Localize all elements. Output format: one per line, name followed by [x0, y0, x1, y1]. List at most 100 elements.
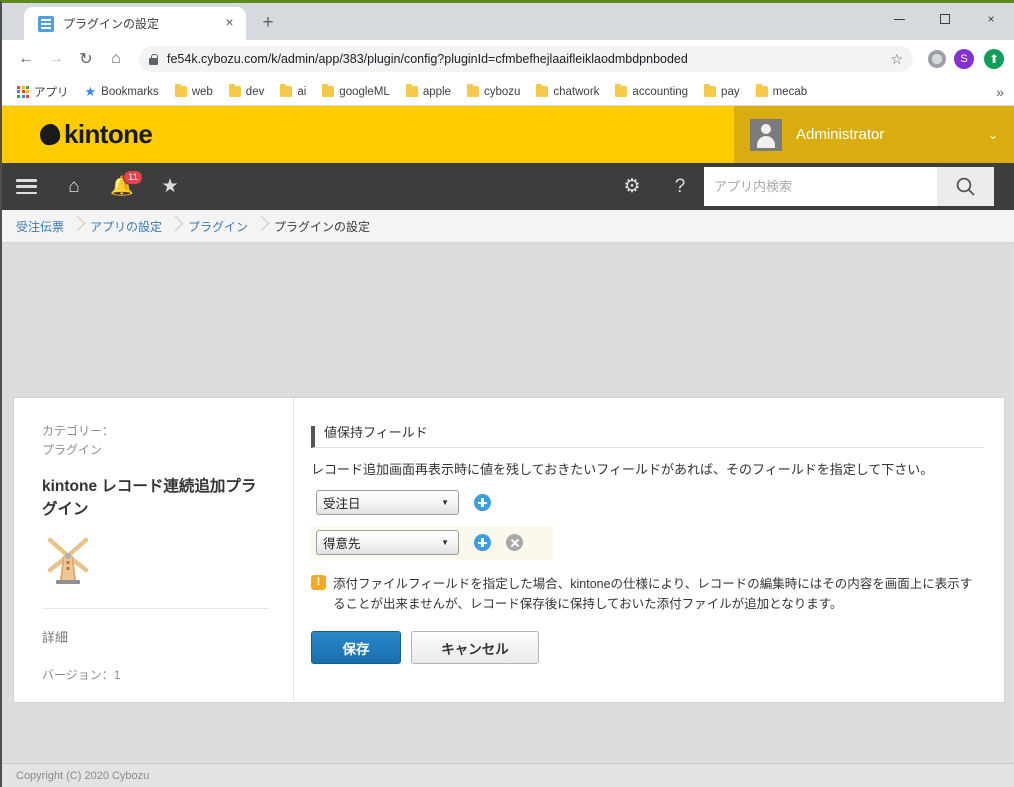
field-select-value: 受注日: [323, 497, 361, 512]
bookmark-label: apple: [422, 85, 451, 98]
add-row-icon[interactable]: [474, 534, 491, 552]
folder-icon: [755, 84, 768, 97]
breadcrumb-item-plugins[interactable]: プラグイン: [188, 218, 248, 235]
bookmark-label: cybozu: [483, 85, 521, 98]
window-controls: ×: [876, 3, 1014, 35]
new-tab-button[interactable]: +: [254, 9, 282, 37]
star-icon: ★: [84, 83, 97, 99]
avatar: [750, 118, 782, 151]
bookmark-web[interactable]: web: [168, 83, 220, 101]
section-description: レコード追加画面再表示時に値を残しておきたいフィールドがあれば、そのフィールドを…: [311, 462, 934, 478]
back-icon[interactable]: ←: [12, 45, 40, 73]
bookmark-label: pay: [721, 85, 740, 98]
bookmark-label: アプリ: [34, 86, 69, 99]
save-button[interactable]: 保存: [311, 631, 401, 665]
home-button[interactable]: ⌂: [50, 163, 98, 210]
update-icon[interactable]: ⬆: [984, 49, 1004, 69]
bookmark-label: googleML: [339, 85, 390, 98]
bookmark-label: accounting: [632, 85, 689, 98]
bookmark-dev[interactable]: dev: [222, 83, 272, 101]
close-window-button[interactable]: ×: [968, 3, 1014, 35]
close-icon[interactable]: ×: [221, 15, 238, 32]
kintone-logo-text: kintone: [64, 119, 153, 149]
settings-button[interactable]: ⚙: [608, 163, 656, 210]
search-input[interactable]: [714, 179, 927, 194]
minimize-button[interactable]: [876, 3, 922, 35]
field-select-value: 得意先: [323, 537, 361, 552]
breadcrumb-separator-icon: [64, 210, 90, 243]
bookmark-star-icon[interactable]: ☆: [890, 51, 903, 68]
divider: [42, 607, 269, 609]
warning-icon: !: [311, 574, 326, 590]
extension-icon[interactable]: [928, 50, 946, 68]
bookmark-apps[interactable]: アプリ: [10, 81, 76, 103]
browser-window: プラグインの設定 × + × ← → ↻ ⌂ fe54k.cybozu.com/…: [2, 3, 1014, 787]
maximize-button[interactable]: [922, 3, 968, 35]
menu-button[interactable]: [2, 163, 50, 210]
search-box[interactable]: [704, 167, 937, 206]
chevron-down-icon: ▼: [441, 498, 449, 508]
notification-badge: 11: [123, 170, 143, 185]
kintone-header: kintone Administrator ⌄: [2, 106, 1014, 163]
bookmark-pay[interactable]: pay: [697, 83, 747, 101]
navigation-bar: ← → ↻ ⌂ fe54k.cybozu.com/k/admin/app/383…: [2, 40, 1014, 78]
search-button[interactable]: [937, 167, 994, 206]
folder-icon: [228, 84, 241, 97]
kintone-logo[interactable]: kintone: [38, 119, 153, 150]
user-menu[interactable]: Administrator ⌄: [734, 106, 1014, 163]
folder-icon: [174, 84, 187, 97]
add-row-icon[interactable]: [474, 494, 491, 512]
breadcrumb-separator-icon: [162, 210, 188, 243]
field-select-1[interactable]: 受注日 ▼: [316, 490, 459, 516]
breadcrumb-item-app-settings[interactable]: アプリの設定: [90, 218, 162, 235]
breadcrumb-separator-icon: [248, 210, 274, 243]
toolbar-right-group: ⚙ ?: [608, 163, 1014, 210]
section-title: 値保持フィールド: [311, 425, 984, 449]
lock-icon: [149, 53, 158, 65]
remove-row-icon[interactable]: [506, 534, 523, 552]
bookmark-label: Bookmarks: [101, 85, 159, 98]
cancel-button[interactable]: キャンセル: [411, 631, 539, 665]
field-select-2[interactable]: 得意先 ▼: [316, 530, 459, 556]
profile-avatar[interactable]: S: [954, 49, 974, 69]
bookmark-googleml[interactable]: googleML: [315, 83, 397, 101]
bookmark-bookmarks[interactable]: ★ Bookmarks: [78, 81, 166, 103]
address-bar[interactable]: fe54k.cybozu.com/k/admin/app/383/plugin/…: [139, 46, 913, 72]
form-actions: 保存 キャンセル: [311, 631, 984, 665]
plugin-version: バージョン：1: [42, 667, 121, 682]
kintone-toolbar: ⌂ 🔔 11 ★ ⚙ ?: [2, 163, 1014, 210]
notifications-button[interactable]: 🔔 11: [98, 163, 146, 210]
folder-icon: [405, 84, 418, 97]
folder-icon: [704, 84, 717, 97]
warning-text: 添付ファイルフィールドを指定した場合、kintoneの仕様により、レコードの編集…: [333, 576, 973, 612]
hamburger-icon: [15, 179, 37, 194]
bookmark-ai[interactable]: ai: [273, 83, 313, 101]
favorites-button[interactable]: ★: [146, 163, 194, 210]
bookmark-label: mecab: [772, 85, 808, 98]
field-row: 得意先 ▼: [311, 525, 554, 560]
plugin-title: kintone レコード連続追加プラグイン: [42, 478, 257, 519]
help-button[interactable]: ?: [656, 163, 704, 210]
breadcrumb-item-app[interactable]: 受注伝票: [16, 218, 64, 235]
bookmark-label: ai: [297, 85, 307, 98]
forward-icon[interactable]: →: [42, 45, 70, 73]
detail-label: 詳細: [42, 629, 69, 645]
browser-tab[interactable]: プラグインの設定 ×: [24, 7, 246, 40]
search-icon: [956, 177, 975, 196]
bookmark-cybozu[interactable]: cybozu: [460, 83, 527, 101]
user-name: Administrator: [796, 126, 885, 143]
folder-icon: [322, 84, 335, 97]
bookmarks-overflow-icon[interactable]: »: [996, 84, 1004, 100]
breadcrumb-item-plugin-settings: プラグインの設定: [274, 219, 371, 234]
bookmark-mecab[interactable]: mecab: [749, 83, 815, 101]
bookmark-apple[interactable]: apple: [399, 83, 458, 101]
document-icon: [38, 15, 54, 32]
chevron-down-icon: ⌄: [987, 127, 998, 142]
bookmark-accounting[interactable]: accounting: [608, 83, 695, 101]
bookmark-chatwork[interactable]: chatwork: [529, 83, 606, 101]
home-icon: ⌂: [68, 176, 80, 197]
page-viewport: kintone Administrator ⌄ ⌂ 🔔 11 ★ ⚙ ? アプリ…: [2, 106, 1014, 787]
bookmark-label: dev: [245, 85, 265, 98]
reload-icon[interactable]: ↻: [72, 45, 100, 73]
home-icon[interactable]: ⌂: [102, 45, 130, 73]
